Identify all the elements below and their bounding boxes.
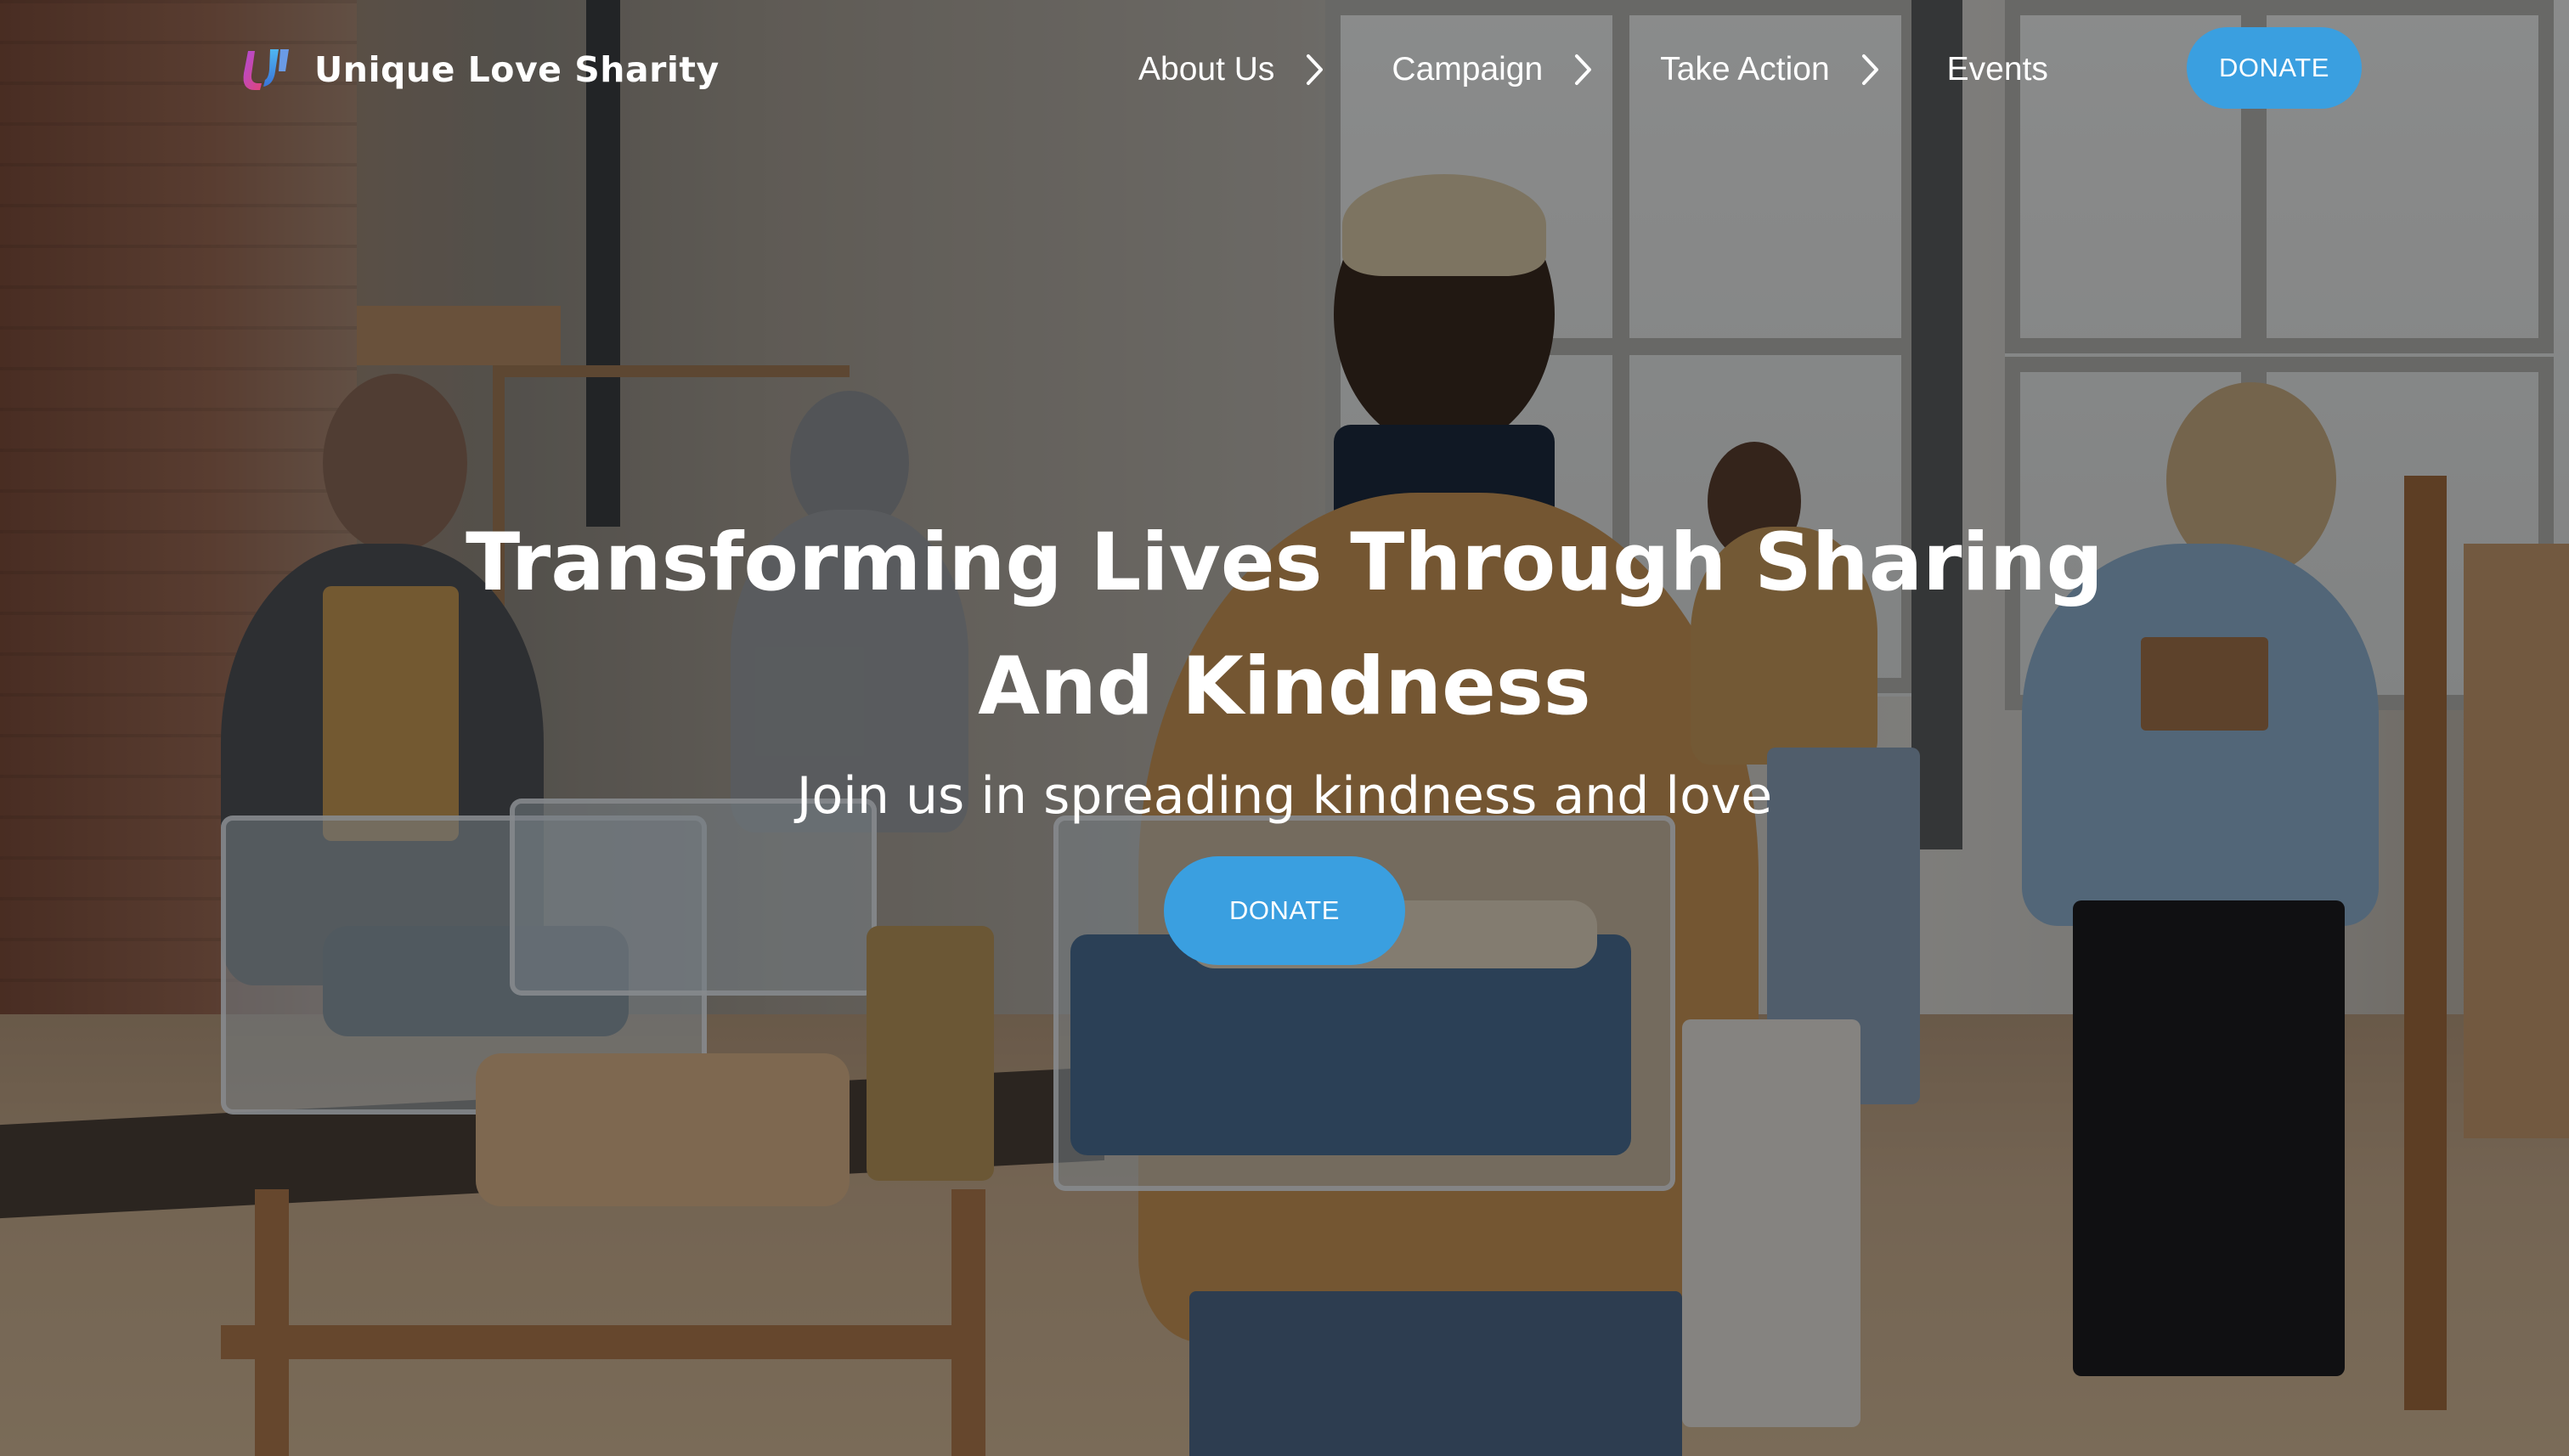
donate-button-hero[interactable]: DONATE xyxy=(1164,856,1405,965)
nav-events-label: Events xyxy=(1946,51,2048,87)
main-menu: About Us Campaign Take Action Events xyxy=(1138,37,2048,102)
chevron-right-icon[interactable] xyxy=(1845,53,1896,87)
top-navigation: Unique Love Sharity About Us Campaign Ta… xyxy=(0,27,2569,112)
hero-section: Unique Love Sharity About Us Campaign Ta… xyxy=(0,0,2569,1456)
nav-campaign-label: Campaign xyxy=(1392,51,1544,87)
donate-button-header[interactable]: DONATE xyxy=(2187,27,2362,109)
chevron-right-icon[interactable] xyxy=(1290,53,1341,87)
nav-about-us[interactable]: About Us xyxy=(1138,51,1341,88)
nav-campaign[interactable]: Campaign xyxy=(1392,51,1609,88)
chevron-right-icon[interactable] xyxy=(1558,53,1609,87)
brand-link[interactable]: Unique Love Sharity xyxy=(240,42,720,97)
nav-about-us-label: About Us xyxy=(1138,51,1275,87)
ul-logo-icon xyxy=(240,46,294,93)
nav-take-action-label: Take Action xyxy=(1660,51,1830,87)
nav-events[interactable]: Events xyxy=(1947,51,2048,88)
brand-name: Unique Love Sharity xyxy=(314,49,720,90)
hero-headline: Transforming Lives Through Sharing And K… xyxy=(466,516,2103,733)
nav-take-action[interactable]: Take Action xyxy=(1660,51,1895,88)
hero-subheadline: Join us in spreading kindness and love xyxy=(796,766,1773,826)
hero-content: Transforming Lives Through Sharing And K… xyxy=(0,501,2569,826)
